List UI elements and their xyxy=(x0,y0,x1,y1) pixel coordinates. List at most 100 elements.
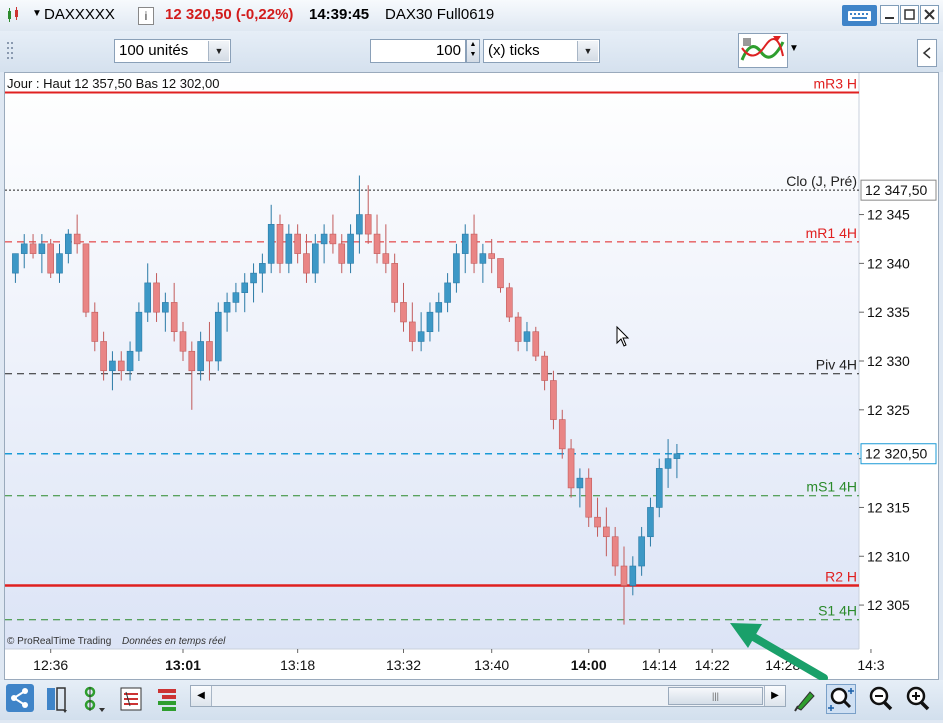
candle-body xyxy=(356,214,363,235)
candle-body xyxy=(250,272,257,284)
copyright-text: © ProRealTime Trading xyxy=(7,636,111,647)
quantity-select[interactable]: 100 unités ▼ xyxy=(114,39,231,63)
candle-body xyxy=(426,311,434,333)
title-bar: ▼ DAXXXXX i 12 320,50 (-0,22%) 14:39:45 … xyxy=(0,0,943,32)
candle-body xyxy=(303,253,310,274)
instrument-name: DAX30 Full0619 xyxy=(385,6,495,23)
chart-canvas[interactable]: mR3 HClo (J, Pré)mR1 4HPiv 4HmS1 4HR2 HS… xyxy=(5,73,938,679)
chevron-down-icon[interactable]: ▼ xyxy=(208,41,229,61)
maximize-icon[interactable] xyxy=(900,5,919,24)
candle-body xyxy=(197,341,204,372)
candle-body xyxy=(664,458,672,469)
keyboard-icon[interactable] xyxy=(842,5,877,26)
price-change: 12 320,50 (-0,22%) xyxy=(165,6,294,23)
candle-body xyxy=(241,282,249,293)
y-tick-label: 12 335 xyxy=(867,304,910,320)
candle-body xyxy=(12,253,19,274)
candle[interactable] xyxy=(497,258,504,293)
quantity-value: 100 unités xyxy=(119,42,189,59)
candle-body xyxy=(514,316,522,342)
close-icon[interactable] xyxy=(920,5,939,24)
candle-body xyxy=(188,350,196,372)
candle-body xyxy=(170,302,178,333)
zoom-out-icon[interactable] xyxy=(866,684,896,714)
candle-body xyxy=(603,526,610,538)
symbol-dropdown-icon[interactable]: ▼ xyxy=(32,8,42,19)
level-label: mR1 4H xyxy=(806,225,857,241)
candle-body xyxy=(673,453,681,459)
candle[interactable] xyxy=(82,243,90,318)
x-tick-label: 13:18 xyxy=(280,657,315,673)
order-toolbar: 100 unités ▼ 100 ▲ ▼ (x) ticks ▼ ▼ xyxy=(0,31,943,72)
y-tick-label: 12 315 xyxy=(867,499,910,515)
candle-body xyxy=(550,380,557,420)
level-label: R2 H xyxy=(825,569,857,585)
candle-body xyxy=(82,243,90,313)
chevron-down-icon[interactable]: ▼ xyxy=(577,41,598,61)
minimize-icon[interactable] xyxy=(880,5,899,24)
horizontal-scrollbar[interactable]: ◀ ||| ▶ xyxy=(190,685,786,707)
candle-body xyxy=(56,253,63,274)
layout-icon[interactable] xyxy=(42,684,72,714)
candle-body xyxy=(541,355,548,381)
ticks-unit-select[interactable]: (x) ticks ▼ xyxy=(483,39,600,63)
zoom-fit-icon[interactable] xyxy=(826,684,856,714)
info-icon[interactable]: i xyxy=(138,7,154,25)
candle-body xyxy=(179,331,187,352)
candle-body xyxy=(620,565,628,586)
y-tick-label: 12 340 xyxy=(867,255,910,271)
scroll-left-arrow-icon[interactable]: ◀ xyxy=(191,686,212,706)
candle-body xyxy=(567,448,575,489)
candle-body xyxy=(109,360,116,372)
indicator-icon[interactable] xyxy=(80,684,110,714)
strategy-dropdown-icon[interactable]: ▼ xyxy=(789,43,799,54)
scrollbar-thumb[interactable]: ||| xyxy=(668,687,763,705)
candle-body xyxy=(285,233,293,264)
candle-body xyxy=(382,253,390,264)
candle-body xyxy=(144,282,152,313)
candle-body xyxy=(47,243,54,274)
candle[interactable] xyxy=(506,282,513,322)
candle-body xyxy=(479,253,487,264)
candle-body xyxy=(20,243,28,254)
candle-body xyxy=(38,243,46,254)
candle-body xyxy=(470,233,478,264)
candle-body xyxy=(162,302,169,313)
close-prev-price-label: 12 347,50 xyxy=(865,182,927,198)
candle-body xyxy=(153,282,160,313)
candle-body xyxy=(223,302,231,313)
tools-icon[interactable] xyxy=(116,684,146,714)
symbol-name[interactable]: DAXXXXX xyxy=(44,6,115,23)
candle-body xyxy=(638,536,645,567)
x-tick-label: 14:14 xyxy=(642,657,677,673)
candle-body xyxy=(629,565,637,586)
candle-body xyxy=(435,302,443,313)
share-icon[interactable] xyxy=(6,684,34,712)
scroll-right-arrow-icon[interactable]: ▶ xyxy=(764,686,785,706)
zoom-in-icon[interactable] xyxy=(903,684,933,714)
price-chart[interactable]: mR3 H Clo (J, Pré) mR1 4H Piv 4H mS1 4H R2 HS… xyxy=(4,72,939,680)
level-label: mS1 4H xyxy=(806,479,857,495)
candle[interactable] xyxy=(532,326,540,361)
ticks-stepper[interactable]: ▲ ▼ xyxy=(466,39,480,63)
orderbook-icon[interactable] xyxy=(152,684,182,714)
candle[interactable] xyxy=(214,302,222,371)
pencil-icon[interactable] xyxy=(790,684,820,714)
candle-body xyxy=(117,360,125,372)
x-tick-label: 14:3 xyxy=(857,657,884,673)
candle-body xyxy=(506,287,513,318)
y-tick-label: 12 310 xyxy=(867,548,910,564)
x-tick-label: 14:00 xyxy=(571,657,607,673)
panel-toggle-icon[interactable] xyxy=(917,39,937,67)
candle-body xyxy=(409,321,416,342)
candlestick-app-icon xyxy=(6,7,20,23)
trading-strategy-icon[interactable] xyxy=(738,33,788,68)
candle-body xyxy=(647,507,654,538)
candle-body xyxy=(488,253,495,259)
candle[interactable] xyxy=(47,238,54,279)
candle-body xyxy=(497,258,504,289)
ticks-input[interactable]: 100 xyxy=(370,39,466,63)
level-label: Piv 4H xyxy=(816,357,857,373)
clock-time: 14:39:45 xyxy=(309,6,370,23)
x-tick-label: 13:01 xyxy=(165,657,201,673)
